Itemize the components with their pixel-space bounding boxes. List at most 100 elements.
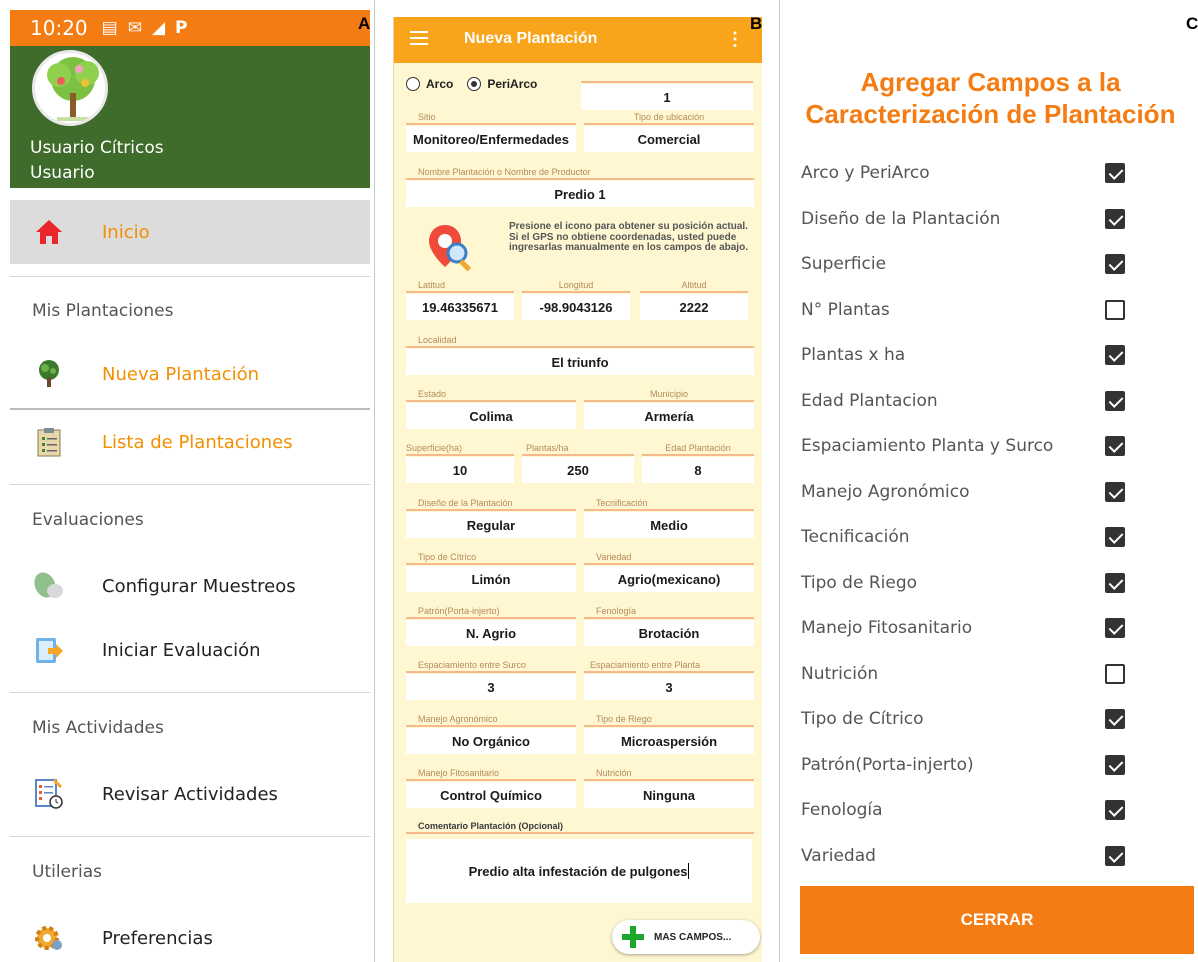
field-option-row[interactable]: Edad Plantacion (801, 388, 1131, 414)
latitud-field[interactable]: Latitud 19.46335671 (406, 280, 514, 324)
gear-icon (32, 921, 66, 955)
tipo-riego-field[interactable]: Tipo de Riego Microaspersión (584, 714, 754, 758)
dialog-title: Agregar Campos a la Caracterización de P… (783, 66, 1198, 130)
screenshot-root: 10:20 ▤ ✉ ◢ P Usuario Cítricos Usuario I… (0, 0, 1198, 962)
checkbox-checked[interactable] (1105, 527, 1125, 547)
field-option-row[interactable]: Patrón(Porta-injerto) (801, 752, 1131, 778)
mas-campos-label: MAS CAMPOS... (654, 931, 732, 943)
patron-field[interactable]: Patrón(Porta-injerto) N. Agrio (406, 606, 576, 650)
field-option-label: Nutrición (801, 663, 879, 684)
field-option-row[interactable]: Manejo Fitosanitario (801, 615, 1131, 641)
radio-periarco[interactable] (467, 77, 482, 91)
checkbox-checked[interactable] (1105, 163, 1125, 183)
checkbox-unchecked[interactable] (1105, 299, 1125, 320)
checkbox-checked[interactable] (1105, 436, 1125, 456)
checkbox-checked[interactable] (1105, 481, 1125, 502)
checkbox-checked[interactable] (1105, 390, 1125, 411)
field-option-row[interactable]: Tipo de Cítrico (801, 706, 1131, 732)
nav-item-preferencias[interactable]: Preferencias (10, 914, 370, 962)
variedad-field[interactable]: Variedad Agrio(mexicano) (584, 552, 754, 596)
checkbox-checked[interactable] (1105, 572, 1125, 593)
checkbox-checked[interactable] (1105, 845, 1125, 866)
plantas-ha-label: Plantas/ha (522, 443, 634, 456)
field-option-row[interactable]: Espaciamiento Planta y Surco (801, 433, 1131, 459)
dialog-title-line2: Caracterización de Plantación (805, 99, 1176, 129)
field-option-row[interactable]: Diseño de la Plantación (801, 206, 1131, 232)
plantas-ha-field[interactable]: Plantas/ha 250 (522, 443, 634, 487)
tipo-citrico-label: Tipo de Cítrico (406, 552, 576, 565)
avatar[interactable] (32, 50, 108, 126)
checkbox-checked[interactable] (1105, 345, 1125, 365)
checkbox-checked[interactable] (1105, 754, 1125, 775)
nav-item-iniciar-evaluacion[interactable]: Iniciar Evaluación (10, 626, 370, 674)
comentario-label: Comentario Plantación (Opcional) (406, 821, 754, 834)
superficie-field[interactable]: Superficie(ha) 10 (406, 443, 514, 487)
field-option-row[interactable]: Tipo de Riego (801, 570, 1131, 596)
checkbox-unchecked[interactable] (1105, 663, 1125, 684)
field-option-row[interactable]: N° Plantas (801, 297, 1131, 323)
cerrar-button[interactable]: CERRAR (800, 886, 1194, 954)
manejo-agro-label: Manejo Agronómico (406, 714, 576, 727)
field-option-label: Manejo Fitosanitario (801, 618, 973, 638)
tipo-citrico-field[interactable]: Tipo de Cítrico Limón (406, 552, 576, 596)
longitud-field[interactable]: Longitud -98.9043126 (522, 280, 630, 324)
fenologia-field[interactable]: Fenología Brotación (584, 606, 754, 650)
text-cursor (688, 863, 690, 879)
localidad-field[interactable]: Localidad El triunfo (406, 335, 754, 379)
municipio-field[interactable]: Municipio Armería (584, 389, 754, 433)
field-option-row[interactable]: Variedad (801, 843, 1131, 869)
field-option-row[interactable]: Tecnificación (801, 524, 1131, 550)
manejo-agro-field[interactable]: Manejo Agronómico No Orgánico (406, 714, 576, 758)
checkbox-checked[interactable] (1105, 618, 1125, 638)
plantas-ha-value: 250 (522, 457, 634, 483)
comentario-textarea[interactable]: Predio alta infestación de pulgones (406, 839, 752, 903)
esp-planta-label: Espaciamiento entre Planta (584, 660, 754, 673)
esp-planta-field[interactable]: Espaciamiento entre Planta 3 (584, 660, 754, 704)
manejo-agro-value: No Orgánico (406, 728, 576, 754)
edad-field[interactable]: Edad Plantación 8 (642, 443, 754, 487)
sitio-field[interactable]: Sitio Monitoreo/Enfermedades (406, 112, 576, 156)
checkbox-checked[interactable] (1105, 254, 1125, 274)
arc-number-field[interactable]: 1 (581, 70, 753, 110)
diseno-field[interactable]: Diseño de la Plantación Regular (406, 498, 576, 542)
field-option-row[interactable]: Arco y PeriArco (801, 160, 1131, 186)
nav-item-revisar-actividades[interactable]: Revisar Actividades (10, 770, 370, 818)
location-search-icon[interactable] (429, 223, 479, 273)
field-option-row[interactable]: Plantas x ha (801, 342, 1131, 368)
field-option-row[interactable]: Fenología (801, 797, 1131, 823)
radio-arco[interactable] (406, 77, 420, 91)
nav-item-configurar-muestreos[interactable]: Configurar Muestreos (10, 562, 370, 610)
checkbox-checked[interactable] (1105, 208, 1125, 229)
nutricion-field[interactable]: Nutrición Ninguna (584, 768, 754, 812)
hamburger-menu-icon[interactable] (410, 31, 428, 45)
tipo-ubicacion-field[interactable]: Tipo de ubicación Comercial (584, 112, 754, 156)
estado-field[interactable]: Estado Colima (406, 389, 576, 433)
nav-item-nueva-plantacion[interactable]: Nueva Plantación (10, 350, 370, 398)
tecnificacion-field[interactable]: Tecnificación Medio (584, 498, 754, 542)
superficie-value: 10 (406, 457, 514, 483)
nav-label-iniciar-evaluacion: Iniciar Evaluación (102, 639, 261, 661)
status-icons: ▤ ✉ ◢ P (102, 18, 188, 38)
fenologia-label: Fenología (584, 606, 754, 619)
field-option-row[interactable]: Manejo Agronómico (801, 479, 1131, 505)
nombre-field[interactable]: Nombre Plantación o Nombre de Productor … (406, 167, 754, 211)
nav-item-lista-plantaciones[interactable]: Lista de Plantaciones (10, 418, 370, 466)
overflow-menu-icon[interactable]: ⋮ (726, 29, 744, 50)
panel-separator (779, 0, 780, 962)
field-option-row[interactable]: Nutrición (801, 661, 1131, 687)
checkbox-checked[interactable] (1105, 800, 1125, 820)
tipo-citrico-value: Limón (406, 566, 576, 592)
field-option-label: N° Plantas (801, 299, 890, 320)
dialog-title-line1: Agregar Campos a la (860, 67, 1121, 97)
manejo-fito-field[interactable]: Manejo Fitosanitario Control Químico (406, 768, 576, 812)
checkbox-checked[interactable] (1105, 709, 1125, 729)
citrus-tree-icon (47, 57, 99, 121)
nav-item-inicio[interactable]: Inicio (10, 200, 370, 264)
esp-surco-field[interactable]: Espaciamiento entre Surco 3 (406, 660, 576, 704)
field-option-row[interactable]: Superficie (801, 251, 1131, 277)
altitud-field[interactable]: Altitud 2222 (640, 280, 748, 324)
field-option-label: Edad Plantacion (801, 390, 938, 411)
diseno-label: Diseño de la Plantación (406, 498, 576, 511)
mas-campos-button[interactable]: MAS CAMPOS... (612, 920, 760, 954)
panel-letter-b: B (750, 14, 763, 33)
